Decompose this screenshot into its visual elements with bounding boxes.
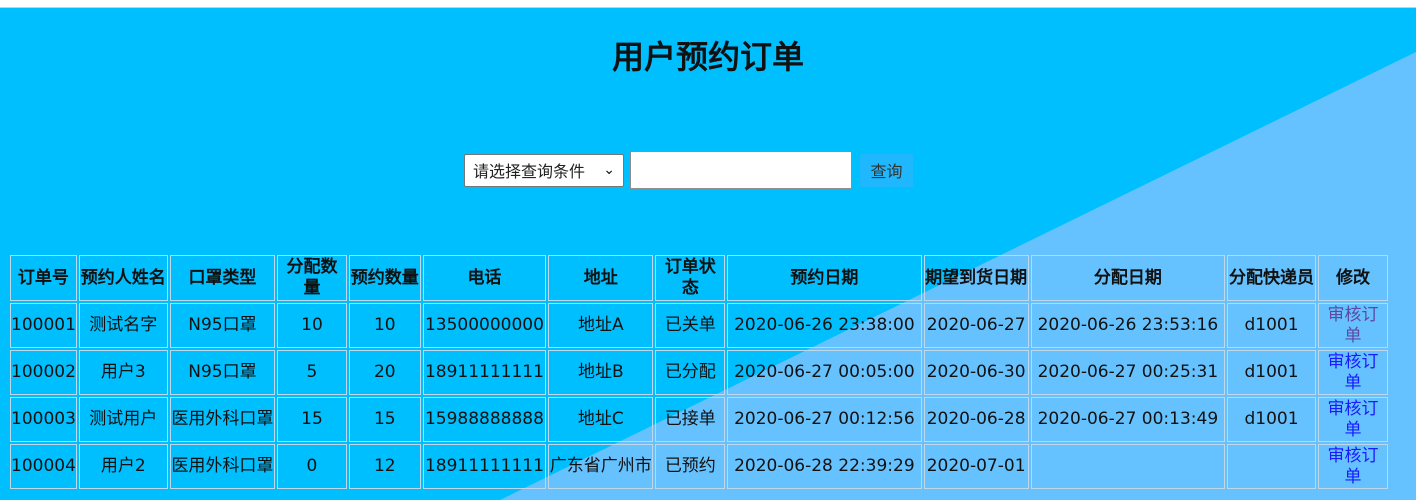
name-cell: 测试用户 (78, 397, 168, 442)
order-id-cell: 100002 (10, 350, 77, 395)
phone-cell: 15988888888 (422, 397, 547, 442)
action-cell: 审核订单 (1318, 350, 1388, 395)
reserve-date-cell: 2020-06-28 22:39:29 (727, 444, 922, 489)
header-status: 订单状态 (655, 255, 726, 301)
header-allocated-qty: 分配数量 (277, 255, 347, 301)
search-button[interactable]: 查询 (860, 153, 913, 187)
action-cell: 审核订单 (1318, 444, 1388, 489)
action-cell: 审核订单 (1318, 397, 1388, 442)
header-reserve-date: 预约日期 (727, 255, 922, 301)
courier-cell: d1001 (1227, 397, 1317, 442)
header-courier: 分配快递员 (1227, 255, 1317, 301)
allocated-qty-cell: 0 (277, 444, 347, 489)
audit-order-link[interactable]: 审核订单 (1328, 305, 1379, 346)
phone-cell: 18911111111 (422, 444, 547, 489)
header-allocated-date: 分配日期 (1030, 255, 1226, 301)
search-input[interactable] (630, 151, 852, 189)
search-bar: 请选择查询条件 ⌄ 查询 (464, 151, 913, 189)
table-row: 100004 用户2 医用外科口罩 0 12 18911111111 广东省广州… (10, 444, 1388, 489)
header-phone: 电话 (422, 255, 547, 301)
page-title: 用户预约订单 (611, 38, 804, 76)
header-expected-date: 期望到货日期 (923, 255, 1029, 301)
action-cell: 审核订单 (1318, 303, 1388, 348)
mask-type-cell: N95口罩 (169, 303, 276, 348)
header-order-id: 订单号 (10, 255, 77, 301)
phone-cell: 13500000000 (422, 303, 547, 348)
courier-cell: d1001 (1227, 303, 1317, 348)
table-row: 100001 测试名字 N95口罩 10 10 13500000000 地址A … (10, 303, 1388, 348)
audit-order-link[interactable]: 审核订单 (1328, 399, 1379, 440)
reserve-date-cell: 2020-06-27 00:12:56 (727, 397, 922, 442)
header-action: 修改 (1318, 255, 1388, 301)
order-id-cell: 100004 (10, 444, 77, 489)
status-cell: 已接单 (655, 397, 726, 442)
mask-type-cell: N95口罩 (169, 350, 276, 395)
allocated-qty-cell: 10 (277, 303, 347, 348)
reserved-qty-cell: 15 (348, 397, 421, 442)
mask-type-cell: 医用外科口罩 (169, 397, 276, 442)
allocated-date-cell: 2020-06-27 00:13:49 (1030, 397, 1226, 442)
status-cell: 已分配 (655, 350, 726, 395)
courier-cell (1227, 444, 1317, 489)
header-name: 预约人姓名 (78, 255, 168, 301)
mask-type-cell: 医用外科口罩 (169, 444, 276, 489)
table-row: 100002 用户3 N95口罩 5 20 18911111111 地址B 已分… (10, 350, 1388, 395)
audit-order-link[interactable]: 审核订单 (1328, 446, 1379, 487)
query-condition-selected: 请选择查询条件 (473, 162, 586, 181)
name-cell: 测试名字 (78, 303, 168, 348)
reserve-date-cell: 2020-06-26 23:38:00 (727, 303, 922, 348)
top-border (0, 0, 1416, 8)
allocated-date-cell: 2020-06-26 23:53:16 (1030, 303, 1226, 348)
table-row: 100003 测试用户 医用外科口罩 15 15 15988888888 地址C… (10, 397, 1388, 442)
allocated-date-cell: 2020-06-27 00:25:31 (1030, 350, 1226, 395)
reserved-qty-cell: 20 (348, 350, 421, 395)
order-id-cell: 100003 (10, 397, 77, 442)
address-cell: 地址B (548, 350, 654, 395)
address-cell: 广东省广州市 (548, 444, 654, 489)
address-cell: 地址C (548, 397, 654, 442)
header-address: 地址 (548, 255, 654, 301)
reserve-date-cell: 2020-06-27 00:05:00 (727, 350, 922, 395)
allocated-date-cell (1030, 444, 1226, 489)
allocated-qty-cell: 15 (277, 397, 347, 442)
name-cell: 用户3 (78, 350, 168, 395)
expected-date-cell: 2020-06-28 (923, 397, 1029, 442)
expected-date-cell: 2020-06-27 (923, 303, 1029, 348)
header-reserved-qty: 预约数量 (348, 255, 421, 301)
status-cell: 已预约 (655, 444, 726, 489)
order-id-cell: 100001 (10, 303, 77, 348)
reserved-qty-cell: 12 (348, 444, 421, 489)
header-mask-type: 口罩类型 (169, 255, 276, 301)
chevron-down-icon: ⌄ (603, 162, 615, 178)
status-cell: 已关单 (655, 303, 726, 348)
query-condition-select[interactable]: 请选择查询条件 ⌄ (464, 153, 624, 187)
name-cell: 用户2 (78, 444, 168, 489)
courier-cell: d1001 (1227, 350, 1317, 395)
allocated-qty-cell: 5 (277, 350, 347, 395)
expected-date-cell: 2020-07-01 (923, 444, 1029, 489)
expected-date-cell: 2020-06-30 (923, 350, 1029, 395)
address-cell: 地址A (548, 303, 654, 348)
reserved-qty-cell: 10 (348, 303, 421, 348)
audit-order-link[interactable]: 审核订单 (1328, 352, 1379, 393)
phone-cell: 18911111111 (422, 350, 547, 395)
table-header-row: 订单号 预约人姓名 口罩类型 分配数量 预约数量 电话 地址 订单状态 预约日期… (10, 255, 1388, 301)
orders-table: 订单号 预约人姓名 口罩类型 分配数量 预约数量 电话 地址 订单状态 预约日期… (8, 253, 1390, 491)
